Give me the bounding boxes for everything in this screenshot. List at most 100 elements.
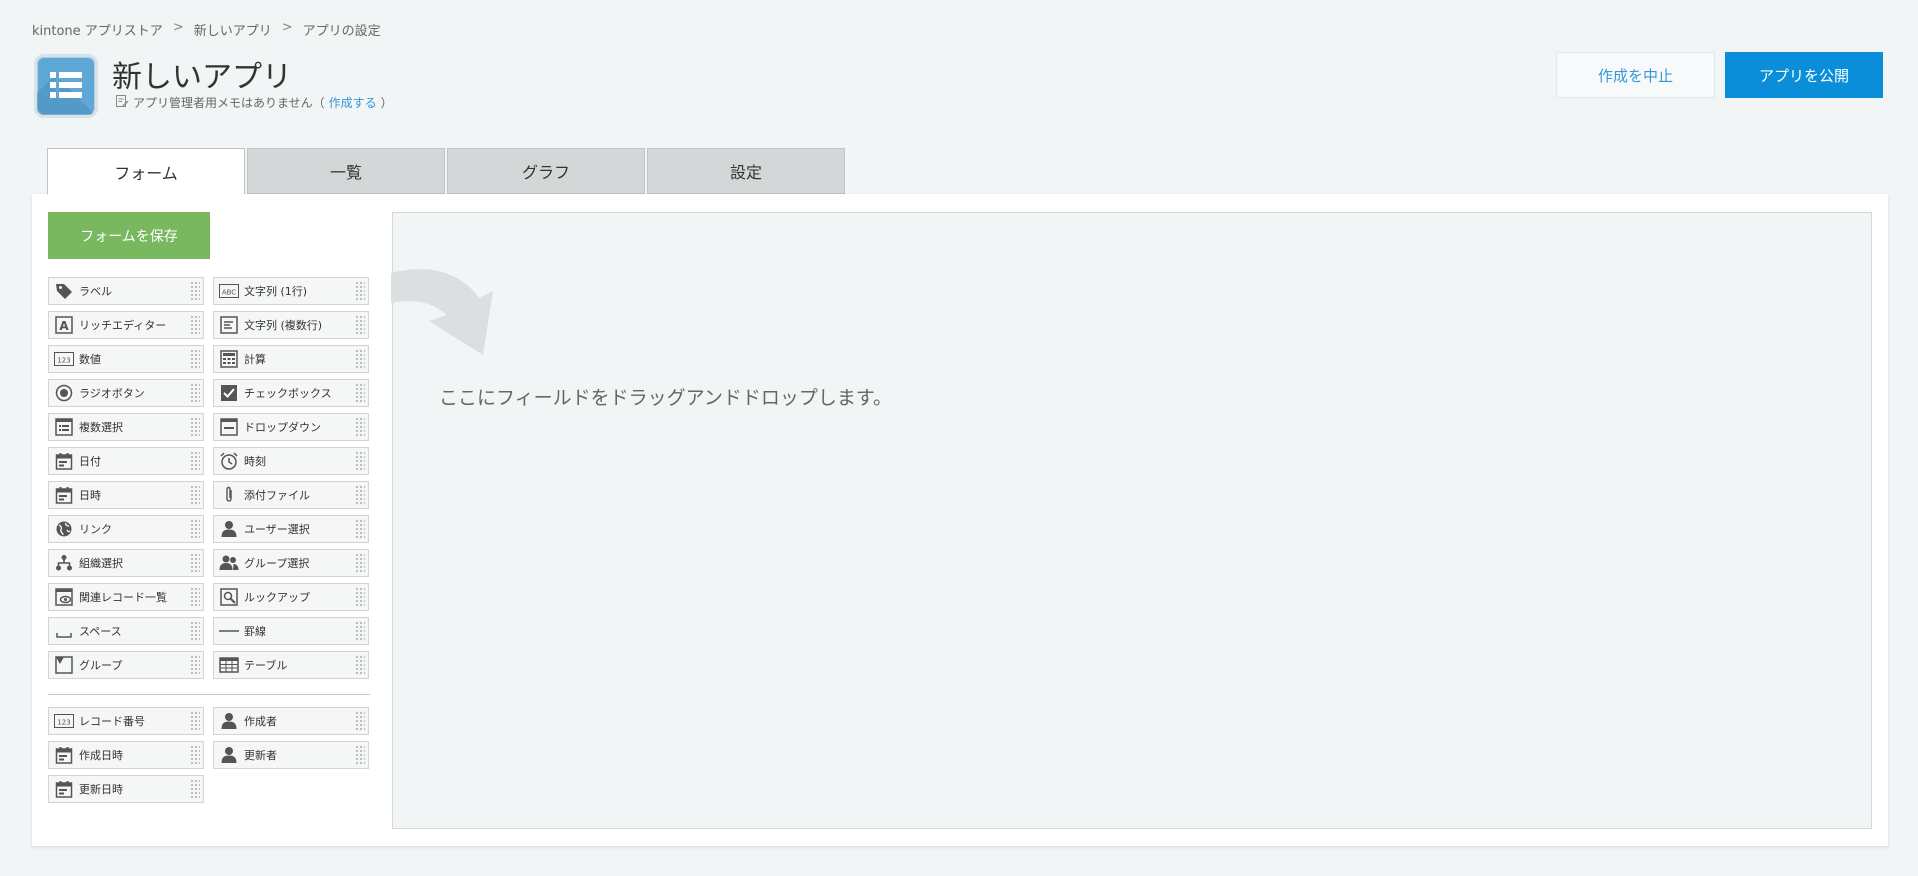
svg-text:123: 123 [57,357,70,365]
tab-graph[interactable]: グラフ [447,148,645,194]
drag-handle-icon[interactable] [355,553,365,573]
palette-field-label: 時刻 [244,455,266,468]
breadcrumb-item-new-app[interactable]: 新しいアプリ [194,20,272,39]
drag-handle-icon[interactable] [355,621,365,641]
palette-field-label: 罫線 [244,625,266,638]
drop-arrow-icon [391,269,493,355]
drag-handle-icon[interactable] [190,383,200,403]
palette-field[interactable]: 更新者 [213,741,369,769]
palette-field-label: 組織選択 [79,557,123,570]
app-title: 新しいアプリ [112,60,292,95]
tab-form[interactable]: フォーム [47,148,245,195]
palette-field-label: ドロップダウン [244,421,321,434]
memo-create-link[interactable]: 作成する [329,94,377,111]
palette-field-label: ユーザー選択 [244,523,310,536]
palette-field[interactable]: 日時 [48,481,204,509]
palette-field-label: 更新日時 [79,783,123,796]
palette-field[interactable]: 関連レコード一覧 [48,583,204,611]
palette-field[interactable]: ドロップダウン [213,413,369,441]
palette-field[interactable]: 作成日時 [48,741,204,769]
palette-field[interactable]: グループ選択 [213,549,369,577]
palette-field-label: 更新者 [244,749,277,762]
palette-field[interactable]: ユーザー選択 [213,515,369,543]
drag-handle-icon[interactable] [190,485,200,505]
drag-handle-icon[interactable] [355,711,365,731]
drag-handle-icon[interactable] [190,655,200,675]
palette-field[interactable]: 時刻 [213,447,369,475]
palette-field[interactable]: 添付ファイル [213,481,369,509]
palette-field[interactable]: 罫線 [213,617,369,645]
multiline-icon [218,314,240,336]
palette-field-label: 関連レコード一覧 [79,591,167,604]
palette-field-label: テーブル [244,659,288,672]
drag-handle-icon[interactable] [190,451,200,471]
drag-handle-icon[interactable] [190,281,200,301]
user-icon [218,744,240,766]
user-icon [218,518,240,540]
drag-handle-icon[interactable] [355,349,365,369]
drag-handle-icon[interactable] [190,779,200,799]
palette-field-label: ラジオボタン [79,387,145,400]
group-icon [218,552,240,574]
palette-field[interactable]: 123 レコード番号 [48,707,204,735]
tab-list[interactable]: 一覧 [247,148,445,194]
palette-field[interactable]: ラベル [48,277,204,305]
palette-field[interactable]: 作成者 [213,707,369,735]
palette-field[interactable]: 文字列 (複数行) [213,311,369,339]
palette-field-label: 計算 [244,353,266,366]
multiselect-icon [53,416,75,438]
cancel-button[interactable]: 作成を中止 [1556,52,1715,98]
drag-handle-icon[interactable] [190,745,200,765]
drag-handle-icon[interactable] [190,711,200,731]
memo-edit-icon [115,94,129,111]
palette-field[interactable]: チェックボックス [213,379,369,407]
app-memo: アプリ管理者用メモはありません（ 作成する） [115,94,393,111]
palette-field[interactable]: ラジオボタン [48,379,204,407]
drag-handle-icon[interactable] [190,519,200,539]
palette-field[interactable]: 123 数値 [48,345,204,373]
palette-field-label: ルックアップ [244,591,310,604]
paperclip-icon [218,484,240,506]
palette-field[interactable]: 計算 [213,345,369,373]
palette-field[interactable]: 複数選択 [48,413,204,441]
breadcrumb-separator: > [281,20,293,35]
space-icon [53,620,75,642]
palette-field[interactable]: 更新日時 [48,775,204,803]
palette-field[interactable]: ルックアップ [213,583,369,611]
drag-handle-icon[interactable] [190,315,200,335]
palette-field[interactable]: 日付 [48,447,204,475]
drag-handle-icon[interactable] [190,621,200,641]
drag-handle-icon[interactable] [190,417,200,437]
form-drop-area[interactable]: ここにフィールドをドラッグアンドドロップします。 [391,212,1872,829]
drag-handle-icon[interactable] [355,519,365,539]
drag-handle-icon[interactable] [190,587,200,607]
tab-settings[interactable]: 設定 [647,148,845,194]
breadcrumb-item-appstore[interactable]: kintone アプリストア [32,20,163,39]
drag-handle-icon[interactable] [355,655,365,675]
drag-handle-icon[interactable] [355,485,365,505]
palette-field[interactable]: ABC 文字列 (1行) [213,277,369,305]
drag-handle-icon[interactable] [355,383,365,403]
palette-field-label: ラベル [79,285,112,298]
checkbox-icon [218,382,240,404]
breadcrumb-item-settings: アプリの設定 [302,24,381,39]
save-form-button[interactable]: フォームを保存 [48,212,210,259]
palette-field[interactable]: グループ [48,651,204,679]
drag-handle-icon[interactable] [355,417,365,437]
palette-field[interactable]: スペース [48,617,204,645]
drag-handle-icon[interactable] [355,745,365,765]
palette-field[interactable]: A リッチエディター [48,311,204,339]
palette-field[interactable]: リンク [48,515,204,543]
palette-field[interactable]: テーブル [213,651,369,679]
drag-handle-icon[interactable] [190,553,200,573]
drag-handle-icon[interactable] [190,349,200,369]
calendar-icon [53,450,75,472]
app-icon [34,54,98,118]
drag-handle-icon[interactable] [355,281,365,301]
palette-field-label: 日付 [79,455,101,468]
palette-field[interactable]: 組織選択 [48,549,204,577]
drag-handle-icon[interactable] [355,587,365,607]
drag-handle-icon[interactable] [355,451,365,471]
drag-handle-icon[interactable] [355,315,365,335]
publish-button[interactable]: アプリを公開 [1725,52,1883,98]
